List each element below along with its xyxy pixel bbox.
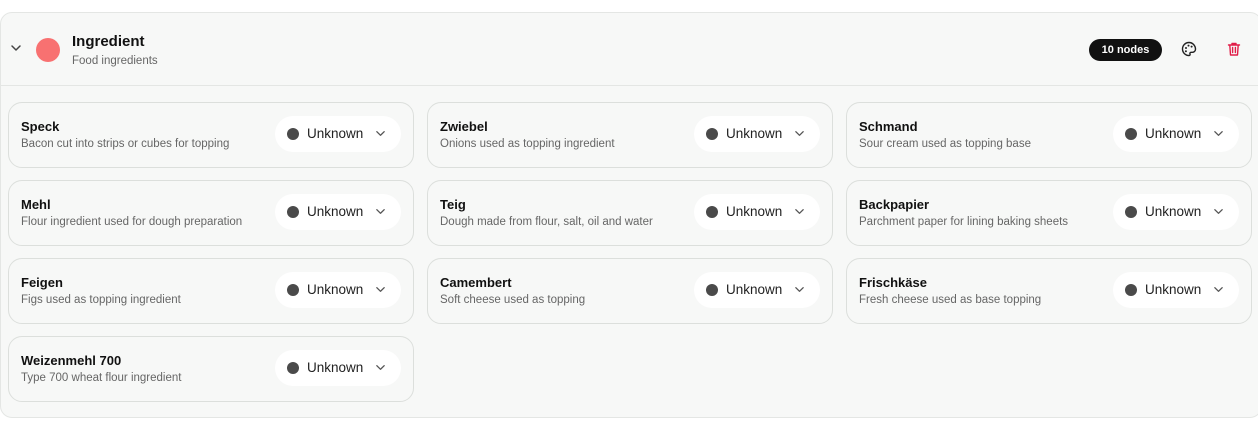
status-select[interactable]: Unknown (275, 272, 401, 308)
status-select[interactable]: Unknown (1113, 272, 1239, 308)
chevron-down-icon (374, 361, 386, 373)
chevron-down-icon (374, 205, 386, 217)
node-name: Speck (21, 119, 60, 134)
status-dot (706, 206, 718, 218)
node-name: Teig (440, 197, 466, 212)
status-label: Unknown (1145, 282, 1202, 297)
status-dot (287, 284, 299, 296)
status-select[interactable]: Unknown (275, 194, 401, 230)
chevron-down-icon (1212, 205, 1224, 217)
chevron-down-icon (374, 127, 386, 139)
status-dot (287, 362, 299, 374)
node-card[interactable]: Mehl Flour ingredient used for dough pre… (8, 180, 414, 246)
status-label: Unknown (307, 204, 364, 219)
status-label: Unknown (307, 126, 364, 141)
status-label: Unknown (726, 282, 783, 297)
status-dot (287, 206, 299, 218)
node-card[interactable]: Backpapier Parchment paper for lining ba… (846, 180, 1252, 246)
status-select[interactable]: Unknown (1113, 116, 1239, 152)
node-description: Soft cheese used as topping (440, 294, 586, 306)
node-description: Bacon cut into strips or cubes for toppi… (21, 138, 230, 150)
status-select[interactable]: Unknown (275, 350, 401, 386)
node-description: Onions used as topping ingredient (440, 138, 615, 150)
status-dot (1125, 128, 1137, 140)
node-description: Type 700 wheat flour ingredient (21, 372, 182, 384)
palette-icon[interactable] (1180, 40, 1198, 58)
status-label: Unknown (1145, 204, 1202, 219)
node-card[interactable]: Frischkäse Fresh cheese used as base top… (846, 258, 1252, 324)
group-subtitle: Food ingredients (72, 55, 158, 67)
chevron-down-icon[interactable] (9, 41, 23, 55)
status-select[interactable]: Unknown (275, 116, 401, 152)
status-select[interactable]: Unknown (694, 194, 820, 230)
trash-icon[interactable] (1225, 40, 1243, 58)
node-card[interactable]: Feigen Figs used as topping ingredient U… (8, 258, 414, 324)
status-label: Unknown (726, 126, 783, 141)
node-name: Backpapier (859, 197, 930, 212)
chevron-down-icon (1212, 283, 1224, 295)
node-description: Sour cream used as topping base (859, 138, 1031, 150)
node-card[interactable]: Zwiebel Onions used as topping ingredien… (427, 102, 833, 168)
chevron-down-icon (793, 127, 805, 139)
group-title: Ingredient (72, 33, 145, 50)
status-select[interactable]: Unknown (694, 116, 820, 152)
node-card[interactable]: Teig Dough made from flour, salt, oil an… (427, 180, 833, 246)
chevron-down-icon (793, 283, 805, 295)
status-label: Unknown (1145, 126, 1202, 141)
node-description: Parchment paper for lining baking sheets (859, 216, 1069, 228)
chevron-down-icon (1212, 127, 1224, 139)
chevron-down-icon (793, 205, 805, 217)
status-label: Unknown (726, 204, 783, 219)
status-dot (1125, 284, 1137, 296)
node-description: Dough made from flour, salt, oil and wat… (440, 216, 653, 228)
node-card[interactable]: Schmand Sour cream used as topping base … (846, 102, 1252, 168)
status-select[interactable]: Unknown (694, 272, 820, 308)
node-count-badge: 10 nodes (1089, 39, 1162, 61)
node-name: Weizenmehl 700 (21, 353, 122, 368)
node-name: Feigen (21, 275, 63, 290)
chevron-down-icon (374, 283, 386, 295)
node-card[interactable]: Speck Bacon cut into strips or cubes for… (8, 102, 414, 168)
status-label: Unknown (307, 282, 364, 297)
ingredient-group-panel: Ingredient Food ingredients 10 nodes Spe… (0, 12, 1258, 418)
status-label: Unknown (307, 360, 364, 375)
node-name: Zwiebel (440, 119, 488, 134)
node-description: Fresh cheese used as base topping (859, 294, 1042, 306)
status-dot (706, 284, 718, 296)
node-description: Flour ingredient used for dough preparat… (21, 216, 243, 228)
node-name: Camembert (440, 275, 512, 290)
node-name: Schmand (859, 119, 918, 134)
node-card[interactable]: Weizenmehl 700 Type 700 wheat flour ingr… (8, 336, 414, 402)
node-description: Figs used as topping ingredient (21, 294, 181, 306)
node-name: Mehl (21, 197, 51, 212)
status-select[interactable]: Unknown (1113, 194, 1239, 230)
status-dot (287, 128, 299, 140)
group-color-dot (36, 38, 60, 62)
node-name: Frischkäse (859, 275, 927, 290)
group-header: Ingredient Food ingredients 10 nodes (1, 13, 1258, 86)
status-dot (706, 128, 718, 140)
status-dot (1125, 206, 1137, 218)
node-card[interactable]: Camembert Soft cheese used as topping Un… (427, 258, 833, 324)
